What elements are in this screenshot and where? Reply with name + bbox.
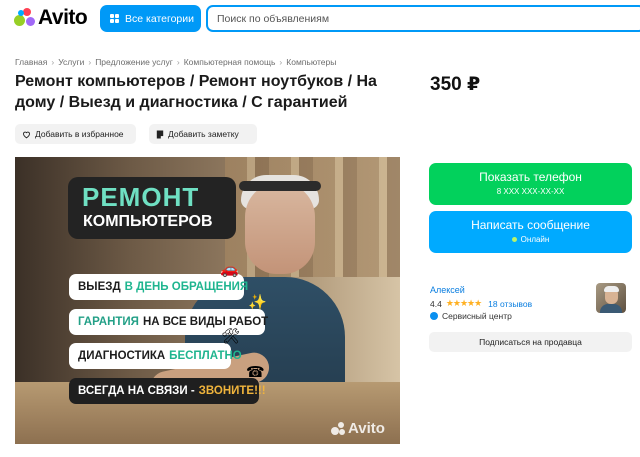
photo-person-glasses	[239, 181, 321, 191]
search-input[interactable]: Поиск по объявлениям	[206, 5, 640, 32]
avito-watermark: Avito	[331, 420, 385, 437]
note-icon	[156, 130, 164, 138]
photo-headline-1: РЕМОНТ	[82, 182, 200, 212]
online-dot-icon	[511, 237, 517, 242]
photo-line-visit-b: В ДЕНЬ ОБРАЩЕНИЯ	[124, 281, 249, 293]
breadcrumb-separator: ›	[176, 57, 180, 67]
sparkle-icon: ✨	[248, 294, 267, 311]
avito-watermark-icon	[331, 421, 345, 436]
grid-icon	[110, 13, 120, 24]
breadcrumb-computers[interactable]: Компьютеры	[286, 57, 336, 67]
all-categories-button[interactable]: Все категории	[100, 5, 201, 32]
avito-logo-icon	[14, 8, 35, 28]
avatar-shirt	[600, 304, 622, 313]
photo-line-contact-a: ВСЕГДА НА СВЯЗИ -	[78, 385, 195, 397]
verified-badge-icon	[430, 312, 438, 320]
rating-stars-icon: ★★★★★	[445, 298, 482, 308]
photo-line-visit: ВЫЕЗД В ДЕНЬ ОБРАЩЕНИЯ	[69, 274, 248, 300]
breadcrumb-separator: ›	[88, 57, 92, 67]
avatar-hair	[604, 286, 619, 292]
photo-line-diagnostics-a: ДИАГНОСТИКА	[78, 350, 166, 362]
breadcrumb: Главная › Услуги › Предложение услуг › К…	[15, 57, 336, 67]
online-status-text: Онлайн	[520, 235, 550, 244]
search-placeholder: Поиск по объявлениям	[217, 12, 330, 25]
listing-title: Ремонт компьютеров / Ремонт ноутбуков / …	[15, 73, 377, 111]
breadcrumb-services[interactable]: Услуги	[58, 57, 84, 67]
heart-icon	[23, 131, 30, 138]
photo-line-warranty-b: НА ВСЕ ВИДЫ РАБОТ	[142, 316, 269, 328]
photo-line-visit-a: ВЫЕЗД	[78, 281, 121, 293]
online-status: Онлайн	[429, 235, 632, 244]
tools-icon: 🛠	[221, 328, 241, 345]
seller-rating-value: 4.4	[430, 298, 442, 309]
add-to-favorites-button[interactable]: Добавить в избранное	[15, 124, 136, 144]
photo-headline-2: КОМПЬЮТЕРОВ	[83, 213, 213, 230]
breadcrumb-separator: ›	[279, 57, 283, 67]
photo-headline-card: РЕМОНТ КОМПЬЮТЕРОВ	[68, 177, 236, 239]
breadcrumb-service-offers[interactable]: Предложение услуг	[95, 57, 173, 67]
write-message-label: Написать сообщение	[471, 218, 590, 232]
seller-rating: 4.4 ★★★★★ 18 отзывов	[430, 298, 532, 309]
add-to-favorites-label: Добавить в избранное	[35, 129, 124, 139]
show-phone-label: Показать телефон	[479, 170, 582, 184]
seller-reviews-link[interactable]: 18 отзывов	[488, 299, 532, 309]
photo-line-contact-b: ЗВОНИТЕ!!!	[198, 385, 266, 397]
photo-line-diagnostics-b: БЕСПЛАТНО	[169, 350, 242, 362]
breadcrumb-home[interactable]: Главная	[15, 57, 47, 67]
seller-type-text: Сервисный центр	[442, 311, 512, 321]
phone-masked: 8 XXX XXX-XX-XX	[496, 187, 565, 196]
listing-price: 350 ₽	[430, 74, 481, 95]
breadcrumb-computer-help[interactable]: Компьютерная помощь	[184, 57, 276, 67]
seller-name-link[interactable]: Алексей	[430, 285, 465, 295]
avito-logo[interactable]: Avito	[14, 6, 88, 29]
photo-line-contact: ВСЕГДА НА СВЯЗИ - ЗВОНИТЕ!!!	[69, 378, 266, 404]
breadcrumb-separator: ›	[51, 57, 55, 67]
logo-text: Avito	[38, 6, 88, 29]
car-icon: 🚗	[220, 261, 239, 278]
seller-avatar[interactable]	[596, 283, 626, 313]
show-phone-button[interactable]: Показать телефон 8 XXX XXX-XX-XX	[429, 163, 632, 205]
all-categories-label: Все категории	[125, 12, 194, 25]
listing-photo[interactable]: РЕМОНТ КОМПЬЮТЕРОВ ВЫЕЗД В ДЕНЬ ОБРАЩЕНИ…	[15, 157, 400, 444]
seller-type: Сервисный центр	[430, 311, 512, 321]
photo-person-head	[245, 182, 315, 274]
photo-line-diagnostics: ДИАГНОСТИКА БЕСПЛАТНО	[69, 343, 242, 369]
phone-icon: ☎	[246, 364, 265, 381]
add-note-button[interactable]: Добавить заметку	[149, 124, 257, 144]
add-note-label: Добавить заметку	[168, 129, 239, 139]
subscribe-seller-button[interactable]: Подписаться на продавца	[429, 332, 632, 352]
photo-line-warranty-a: ГАРАНТИЯ	[78, 316, 139, 328]
write-message-button[interactable]: Написать сообщение Онлайн	[429, 211, 632, 253]
avito-watermark-text: Avito	[348, 420, 385, 437]
